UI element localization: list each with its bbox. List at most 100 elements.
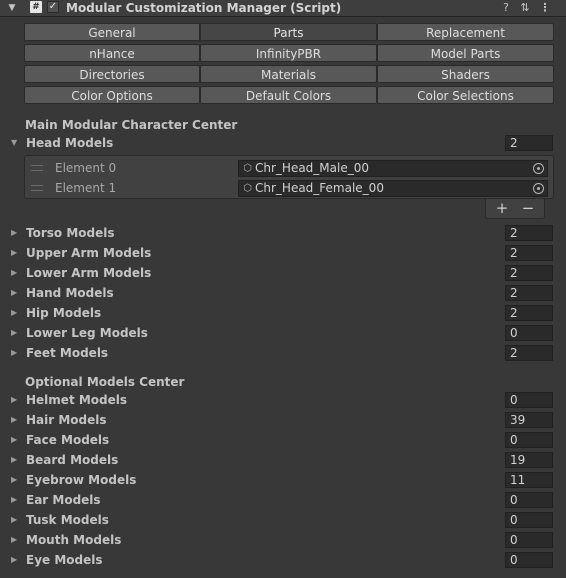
- collapsed-arrow-icon[interactable]: ▶: [11, 434, 21, 446]
- collapsed-arrow-icon[interactable]: ▶: [11, 474, 21, 486]
- more-options-icon[interactable]: ⋮: [538, 0, 552, 16]
- beard-models-foldout[interactable]: ▶ Beard Models 19: [0, 451, 566, 469]
- foldout-label: Upper Arm Models: [26, 246, 152, 260]
- tab-directories[interactable]: Directories: [24, 65, 200, 83]
- head-models-label: Head Models: [26, 136, 114, 150]
- collapsed-arrow-icon[interactable]: ▶: [11, 514, 21, 526]
- remove-element-button[interactable]: −: [516, 199, 540, 218]
- foldout-label: Eye Models: [26, 553, 103, 567]
- hand-models-foldout[interactable]: ▶ Hand Models 2: [0, 284, 566, 302]
- add-element-button[interactable]: +: [490, 199, 514, 218]
- foldout-label: Tusk Models: [26, 513, 109, 527]
- collapsed-arrow-icon[interactable]: ▶: [11, 454, 21, 466]
- tusk-models-foldout[interactable]: ▶ Tusk Models 0: [0, 511, 566, 529]
- ear-models-foldout[interactable]: ▶ Ear Models 0: [0, 491, 566, 509]
- foldout-label: Lower Arm Models: [26, 266, 152, 280]
- collapsed-arrow-icon[interactable]: ▶: [11, 534, 21, 546]
- collapsed-arrow-icon[interactable]: ▶: [11, 394, 21, 406]
- collapsed-arrow-icon[interactable]: ▶: [11, 227, 21, 239]
- tab-model-parts[interactable]: Model Parts: [377, 44, 554, 62]
- foldout-label: Face Models: [26, 433, 110, 447]
- count-field[interactable]: 2: [505, 305, 553, 321]
- mouth-models-foldout[interactable]: ▶ Mouth Models 0: [0, 531, 566, 549]
- collapsed-arrow-icon[interactable]: ▶: [11, 347, 21, 359]
- upper-arm-models-foldout[interactable]: ▶ Upper Arm Models 2: [0, 244, 566, 262]
- foldout-label: Beard Models: [26, 453, 119, 467]
- object-field[interactable]: ⬡ Chr_Head_Male_00: [238, 160, 548, 177]
- count-field[interactable]: 0: [505, 325, 553, 341]
- enabled-checkbox[interactable]: ✓: [47, 1, 59, 13]
- tab-materials[interactable]: Materials: [200, 65, 377, 83]
- count-field[interactable]: 0: [505, 552, 553, 568]
- lower-leg-models-foldout[interactable]: ▶ Lower Leg Models 0: [0, 324, 566, 342]
- helmet-models-foldout[interactable]: ▶ Helmet Models 0: [0, 391, 566, 409]
- foldout-label: Helmet Models: [26, 393, 128, 407]
- collapsed-arrow-icon[interactable]: ▶: [11, 494, 21, 506]
- collapsed-arrow-icon[interactable]: ▶: [11, 414, 21, 426]
- collapsed-arrow-icon[interactable]: ▶: [11, 247, 21, 259]
- count-field[interactable]: 0: [505, 432, 553, 448]
- object-name: Chr_Head_Male_00: [255, 161, 369, 175]
- main-section-label: Main Modular Character Center: [25, 118, 238, 132]
- object-picker-icon[interactable]: [533, 163, 544, 174]
- tab-infinitypbr[interactable]: InfinityPBR: [200, 44, 377, 62]
- help-icon[interactable]: ?: [499, 0, 513, 16]
- lower-arm-models-foldout[interactable]: ▶ Lower Arm Models 2: [0, 264, 566, 282]
- torso-models-foldout[interactable]: ▶ Torso Models 2: [0, 224, 566, 242]
- collapsed-arrow-icon[interactable]: ▶: [11, 554, 21, 566]
- collapsed-arrow-icon[interactable]: ▶: [11, 307, 21, 319]
- object-picker-icon[interactable]: [533, 183, 544, 194]
- foldout-label: Eyebrow Models: [26, 473, 137, 487]
- count-field[interactable]: 2: [505, 245, 553, 261]
- hip-models-foldout[interactable]: ▶ Hip Models 2: [0, 304, 566, 322]
- foldout-label: Feet Models: [26, 346, 109, 360]
- tab-color-selections[interactable]: Color Selections: [377, 86, 554, 104]
- tab-color-options[interactable]: Color Options: [24, 86, 200, 104]
- count-field[interactable]: 39: [505, 412, 553, 428]
- head-models-count[interactable]: 2: [505, 135, 553, 151]
- count-field[interactable]: 11: [505, 472, 553, 488]
- count-field[interactable]: 2: [505, 345, 553, 361]
- count-field[interactable]: 19: [505, 452, 553, 468]
- eye-models-foldout[interactable]: ▶ Eye Models 0: [0, 551, 566, 569]
- count-field[interactable]: 0: [505, 392, 553, 408]
- foldout-label: Lower Leg Models: [26, 326, 148, 340]
- tab-replacement[interactable]: Replacement: [377, 23, 554, 41]
- tab-general[interactable]: General: [24, 23, 200, 41]
- prefab-cube-icon: ⬡: [243, 163, 252, 174]
- foldout-arrow-icon[interactable]: ▼: [6, 2, 18, 14]
- collapsed-arrow-icon[interactable]: ▶: [11, 267, 21, 279]
- object-field[interactable]: ⬡ Chr_Head_Female_00: [238, 180, 548, 197]
- count-field[interactable]: 2: [505, 265, 553, 281]
- component-title: Modular Customization Manager (Script): [66, 1, 342, 15]
- preset-icon[interactable]: ⇅: [518, 0, 532, 16]
- count-field[interactable]: 0: [505, 532, 553, 548]
- collapsed-arrow-icon[interactable]: ▶: [11, 327, 21, 339]
- feet-models-foldout[interactable]: ▶ Feet Models 2: [0, 344, 566, 362]
- list-item: Element 0 ⬡ Chr_Head_Male_00: [25, 158, 553, 178]
- tab-row-4: Color Options Default Colors Color Selec…: [24, 86, 554, 104]
- eyebrow-models-foldout[interactable]: ▶ Eyebrow Models 11: [0, 471, 566, 489]
- drag-handle-icon[interactable]: [31, 185, 43, 191]
- head-models-list: Element 0 ⬡ Chr_Head_Male_00 Element 1 ⬡…: [24, 155, 554, 199]
- collapsed-arrow-icon[interactable]: ▶: [11, 287, 21, 299]
- expanded-arrow-icon[interactable]: ▼: [11, 137, 21, 149]
- tab-row-2: nHance InfinityPBR Model Parts: [24, 44, 554, 62]
- tab-row-1: General Parts Replacement: [24, 23, 554, 41]
- tab-nhance[interactable]: nHance: [24, 44, 200, 62]
- head-models-foldout[interactable]: ▼ Head Models 2: [0, 134, 566, 152]
- list-item: Element 1 ⬡ Chr_Head_Female_00: [25, 178, 553, 198]
- tab-shaders[interactable]: Shaders: [377, 65, 554, 83]
- drag-handle-icon[interactable]: [31, 165, 43, 171]
- face-models-foldout[interactable]: ▶ Face Models 0: [0, 431, 566, 449]
- tab-parts[interactable]: Parts: [200, 23, 377, 41]
- hair-models-foldout[interactable]: ▶ Hair Models 39: [0, 411, 566, 429]
- tab-default-colors[interactable]: Default Colors: [200, 86, 377, 104]
- list-footer: + −: [485, 199, 545, 219]
- count-field[interactable]: 2: [505, 285, 553, 301]
- count-field[interactable]: 0: [505, 492, 553, 508]
- count-field[interactable]: 2: [505, 225, 553, 241]
- foldout-label: Hand Models: [26, 286, 114, 300]
- object-name: Chr_Head_Female_00: [255, 181, 384, 195]
- count-field[interactable]: 0: [505, 512, 553, 528]
